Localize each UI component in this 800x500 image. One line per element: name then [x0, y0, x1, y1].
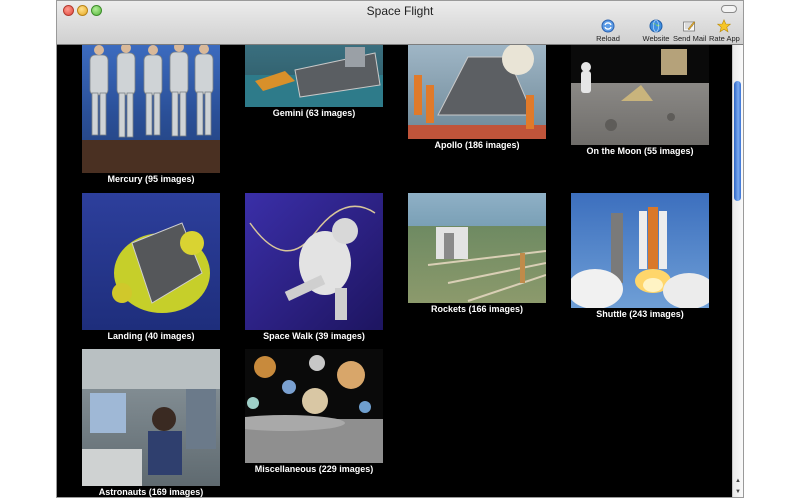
landing-thumbnail[interactable]	[82, 193, 220, 330]
send-mail-icon	[683, 21, 696, 32]
apollo-caption[interactable]: Apollo (186 images)	[388, 140, 566, 150]
gallery-item-rockets[interactable]: Rockets (166 images)	[408, 193, 546, 315]
gallery-grid: Mercury (95 images) Gemini (63 images) A…	[57, 45, 734, 497]
reload-button[interactable]: Reload	[593, 19, 623, 44]
toolbar-toggle-button[interactable]	[721, 5, 737, 13]
gallery-item-on-the-moon[interactable]: On the Moon (55 images)	[571, 45, 709, 157]
astronaut-cockpit-image	[82, 349, 220, 486]
mercury-caption[interactable]: Mercury (95 images)	[62, 174, 240, 184]
gemini-capsule-image	[245, 47, 383, 107]
shuttle-thumbnail[interactable]	[571, 193, 709, 308]
window-title: Space Flight	[366, 4, 434, 18]
website-label: Website	[642, 34, 670, 43]
rate-app-label: Rate App	[709, 34, 740, 43]
send-mail-button[interactable]: Send Mail	[673, 19, 707, 44]
gallery-item-gemini[interactable]: Gemini (63 images)	[245, 45, 383, 119]
space-walk-caption[interactable]: Space Walk (39 images)	[225, 331, 403, 341]
reload-globe-icon	[601, 19, 615, 33]
gemini-thumbnail[interactable]	[245, 45, 383, 107]
send-mail-label: Send Mail	[673, 34, 707, 43]
scrollbar-thumb[interactable]	[734, 81, 741, 201]
reload-label: Reload	[596, 34, 620, 43]
rate-app-button[interactable]: Rate App	[709, 19, 740, 44]
vertical-scrollbar[interactable]: ▲ ▼	[732, 45, 743, 497]
gallery-item-shuttle[interactable]: Shuttle (243 images)	[571, 193, 709, 320]
on-the-moon-thumbnail[interactable]	[571, 45, 709, 145]
gemini-caption[interactable]: Gemini (63 images)	[225, 108, 403, 118]
globe-icon	[649, 19, 663, 33]
website-button[interactable]: Website	[641, 19, 671, 44]
apollo-capsule-image	[408, 45, 546, 139]
astronauts-thumbnail[interactable]	[82, 349, 220, 486]
gallery-item-astronauts[interactable]: Astronauts (169 images)	[82, 349, 220, 497]
app-window: Space Flight Reload Website Send Mail Ra…	[56, 0, 744, 498]
scroll-down-arrow-icon[interactable]: ▼	[733, 487, 743, 497]
shuttle-launch-image	[571, 207, 709, 308]
space-walk-thumbnail[interactable]	[245, 193, 383, 330]
spacewalk-astronaut-image	[249, 205, 376, 320]
launch-complex-image	[427, 227, 546, 302]
astronauts-caption[interactable]: Astronauts (169 images)	[62, 487, 240, 497]
gallery-item-miscellaneous[interactable]: Miscellaneous (229 images)	[245, 349, 383, 475]
shuttle-caption[interactable]: Shuttle (243 images)	[551, 309, 729, 319]
gallery-item-space-walk[interactable]: Space Walk (39 images)	[245, 193, 383, 342]
landing-capsule-image	[112, 222, 210, 313]
miscellaneous-caption[interactable]: Miscellaneous (229 images)	[225, 464, 403, 474]
apollo-thumbnail[interactable]	[408, 45, 546, 139]
gallery-item-apollo[interactable]: Apollo (186 images)	[408, 45, 546, 151]
rockets-caption[interactable]: Rockets (166 images)	[388, 304, 566, 314]
planets-image	[245, 355, 383, 463]
on-the-moon-caption[interactable]: On the Moon (55 images)	[551, 146, 729, 156]
star-icon	[717, 19, 731, 33]
gallery-item-mercury[interactable]: Mercury (95 images)	[82, 45, 220, 185]
title-bar: Space Flight Reload Website Send Mail Ra…	[57, 1, 743, 45]
landing-caption[interactable]: Landing (40 images)	[62, 331, 240, 341]
gallery-item-landing[interactable]: Landing (40 images)	[82, 193, 220, 342]
mercury-astronauts-image	[82, 45, 220, 173]
mercury-thumbnail[interactable]	[82, 45, 220, 173]
rockets-thumbnail[interactable]	[408, 193, 546, 303]
miscellaneous-thumbnail[interactable]	[245, 349, 383, 463]
moon-surface-image	[581, 49, 687, 131]
scroll-up-arrow-icon[interactable]: ▲	[733, 476, 743, 486]
